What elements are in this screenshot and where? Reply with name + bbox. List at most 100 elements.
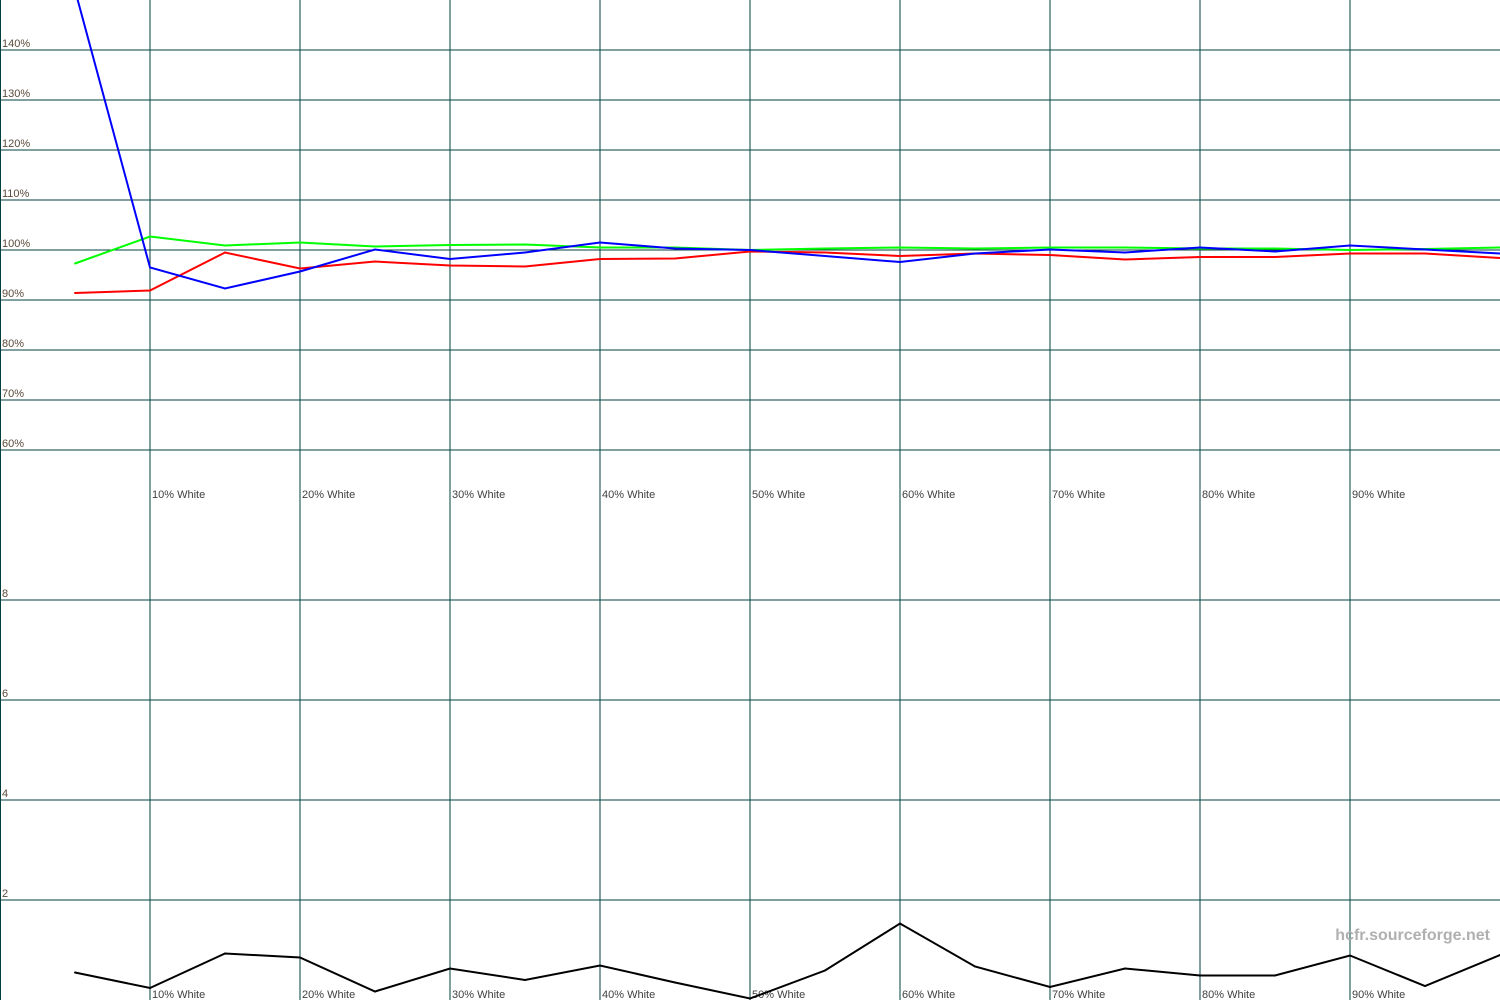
data-point [974, 252, 976, 255]
data-point [224, 244, 226, 247]
data-point [824, 251, 826, 254]
data-point [1349, 954, 1351, 957]
data-point [674, 247, 676, 250]
data-point [524, 243, 526, 246]
data-point [1199, 974, 1201, 977]
y-tick-label: 110% [2, 188, 30, 200]
data-point [1049, 254, 1051, 256]
data-point [1349, 252, 1351, 255]
data-point [524, 979, 526, 981]
data-point [674, 257, 676, 260]
data-point [974, 965, 976, 968]
data-point [374, 245, 376, 248]
data-point [449, 258, 451, 260]
data-point [374, 260, 376, 263]
data-point [749, 997, 751, 1000]
y-tick-label: 60% [2, 438, 24, 450]
x-tick-label: 90% White [1352, 989, 1405, 1000]
series-line-blue [76, 0, 1500, 290]
data-point [374, 248, 376, 251]
hcfr-chart: 140% 130% 120% 110% 100% 90% 80% 70% 60% 8 6 4 2 10% … [0, 0, 1500, 1000]
data-point [1274, 247, 1276, 250]
data-point [1124, 246, 1126, 249]
data-point [1199, 246, 1201, 249]
series-line-red [74, 250, 1500, 294]
data-point [299, 267, 301, 270]
x-tick-label: 20% White [302, 489, 355, 501]
data-point [1424, 985, 1426, 987]
data-point [224, 251, 226, 254]
x-tick-label: 70% White [1052, 489, 1105, 501]
data-point [449, 967, 451, 970]
y-tick-label: 70% [2, 388, 24, 400]
data-point [899, 261, 901, 263]
data-point [299, 956, 301, 959]
data-point [299, 270, 301, 273]
y-tick-label: 6 [2, 688, 8, 700]
data-point [599, 246, 601, 249]
x-tick-label: 10% White [152, 989, 205, 1000]
y-tick-label: 8 [2, 588, 8, 600]
data-point [299, 241, 301, 244]
data-point [1124, 258, 1126, 261]
data-point [74, 262, 76, 265]
data-point [149, 266, 151, 269]
data-point [524, 251, 526, 254]
x-tick-label: 90% White [1352, 489, 1405, 501]
data-point [1049, 986, 1051, 988]
data-point [1124, 251, 1126, 254]
x-tick-label: 60% White [902, 989, 955, 1000]
watermark: hcfr.sourceforge.net [1335, 927, 1490, 944]
y-tick-label: 120% [2, 138, 30, 150]
x-tick-label: 40% White [602, 989, 655, 1000]
series-line-delta-e [74, 922, 1500, 1000]
data-point [1424, 248, 1426, 251]
data-point [1199, 256, 1201, 258]
data-point [599, 258, 601, 260]
data-point [449, 244, 451, 246]
y-tick-label: 80% [2, 338, 24, 350]
x-tick-label: 10% White [152, 489, 205, 501]
data-point [1124, 967, 1126, 970]
data-point [599, 241, 601, 244]
data-point [1349, 249, 1351, 251]
data-point [1274, 974, 1276, 977]
y-tick-label: 4 [2, 788, 8, 800]
x-tick-label: 20% White [302, 989, 355, 1000]
data-point [1049, 248, 1051, 251]
data-point [824, 255, 826, 257]
x-tick-label: 80% White [1202, 489, 1255, 501]
data-point [449, 264, 451, 267]
data-point [1049, 246, 1051, 249]
data-point [74, 292, 76, 294]
y-tick-label: 2 [2, 888, 8, 900]
data-point [674, 981, 676, 984]
grid [0, 0, 1500, 1000]
y-tick-label: 90% [2, 288, 24, 300]
data-point [974, 247, 976, 250]
data-point [149, 987, 151, 989]
data-point [824, 969, 826, 972]
data-point [599, 964, 601, 967]
data-point [524, 265, 526, 268]
data-point [749, 249, 751, 251]
y-tick-label: 140% [2, 38, 30, 50]
data-point [1274, 250, 1276, 253]
x-tick-label: 70% White [1052, 989, 1105, 1000]
data-point [899, 246, 901, 249]
data-point [1274, 256, 1276, 258]
data-point [899, 922, 901, 925]
x-tick-label: 30% White [452, 489, 505, 501]
data-point [899, 255, 901, 257]
data-point [824, 247, 826, 250]
x-tick-label: 80% White [1202, 989, 1255, 1000]
data-point [149, 289, 151, 292]
data-point [1424, 252, 1426, 255]
x-tick-label: 60% White [902, 489, 955, 501]
y-tick-label: 130% [2, 88, 30, 100]
data-point [149, 235, 151, 238]
data-point [74, 971, 76, 974]
data-point [224, 952, 226, 955]
data-point [1349, 244, 1351, 247]
x-tick-label: 30% White [452, 989, 505, 1000]
